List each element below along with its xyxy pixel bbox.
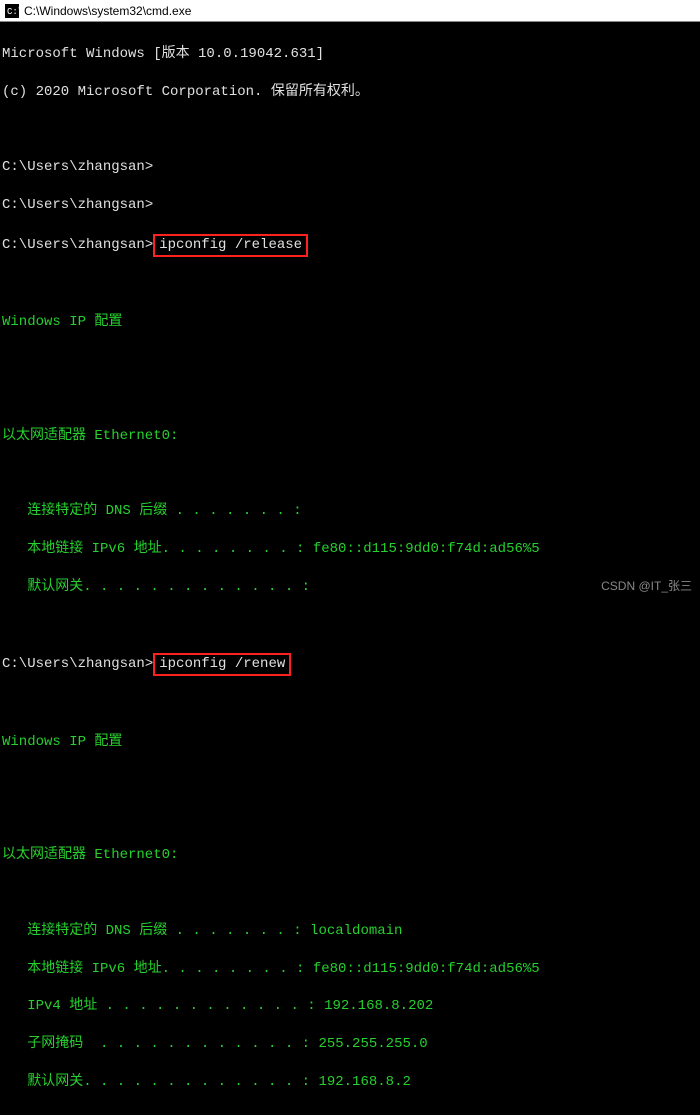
blank-line [2,616,698,635]
terminal-output[interactable]: Microsoft Windows [版本 10.0.19042.631] (c… [0,22,700,1115]
subnet-value: 255.255.255.0 [318,1036,427,1052]
gateway-label: 默认网关. . . . . . . . . . . . . : [2,1074,318,1090]
renew-ipv6: 本地链接 IPv6 地址. . . . . . . . : fe80::d115… [2,960,698,979]
ipv4-label: IPv4 地址 . . . . . . . . . . . . : [2,998,324,1014]
blank-line [2,884,698,903]
version-line: Microsoft Windows [版本 10.0.19042.631] [2,45,698,64]
blank-line [2,120,698,139]
cmd2-line: C:\Users\zhangsan> ipconfig /renew [2,653,698,676]
ipv6-value: fe80::d115:9dd0:f74d:ad56%5 [313,961,540,977]
adapter-heading: 以太网适配器 Ethernet0: [2,427,698,446]
titlebar: C:\ C:\Windows\system32\cmd.exe [0,0,700,22]
cmd-icon: C:\ [4,3,20,19]
subnet-label: 子网掩码 . . . . . . . . . . . . : [2,1036,318,1052]
dns-label: 连接特定的 DNS 后缀 . . . . . . . : [2,923,310,939]
blank-line [2,351,698,370]
cmd1-line: C:\Users\zhangsan> ipconfig /release [2,234,698,257]
release-gateway: 默认网关. . . . . . . . . . . . . : [2,578,698,597]
blank-line [2,771,698,790]
release-dns: 连接特定的 DNS 后缀 . . . . . . . : [2,502,698,521]
ipv6-value: fe80::d115:9dd0:f74d:ad56%5 [313,541,540,557]
blank-line [2,695,698,714]
renew-subnet: 子网掩码 . . . . . . . . . . . . : 255.255.2… [2,1035,698,1054]
svg-text:C:\: C:\ [7,7,19,17]
renew-gateway: 默认网关. . . . . . . . . . . . . : 192.168.… [2,1073,698,1092]
highlight-release: ipconfig /release [153,234,308,257]
release-ipv6: 本地链接 IPv6 地址. . . . . . . . : fe80::d115… [2,540,698,559]
prompt: C:\Users\zhangsan> [2,159,153,175]
renew-dns: 连接特定的 DNS 后缀 . . . . . . . : localdomain [2,922,698,941]
dns-value: localdomain [310,923,402,939]
prompt: C:\Users\zhangsan> [2,197,153,213]
ip-heading: Windows IP 配置 [2,733,698,752]
gateway-value: 192.168.8.2 [318,1074,410,1090]
highlight-renew: ipconfig /renew [153,653,291,676]
ip-heading: Windows IP 配置 [2,313,698,332]
copyright-line: (c) 2020 Microsoft Corporation. 保留所有权利。 [2,83,698,102]
blank-line [2,464,698,483]
ipv4-value: 192.168.8.202 [324,998,433,1014]
adapter-heading: 以太网适配器 Ethernet0: [2,846,698,865]
renew-ipv4: IPv4 地址 . . . . . . . . . . . . : 192.16… [2,997,698,1016]
blank-line [2,276,698,295]
cmd2-text: ipconfig /renew [159,656,285,672]
prompt: C:\Users\zhangsan> [2,656,153,672]
window-title: C:\Windows\system32\cmd.exe [24,4,191,18]
prompt: C:\Users\zhangsan> [2,237,153,253]
watermark: CSDN @IT_张三 [601,577,692,594]
ipv6-label: 本地链接 IPv6 地址. . . . . . . . : [2,961,313,977]
prompt-line: C:\Users\zhangsan> [2,158,698,177]
prompt-line: C:\Users\zhangsan> [2,196,698,215]
blank-line [2,389,698,408]
ipv6-label: 本地链接 IPv6 地址. . . . . . . . : [2,541,313,557]
blank-line [2,809,698,828]
cmd1-text: ipconfig /release [159,237,302,253]
